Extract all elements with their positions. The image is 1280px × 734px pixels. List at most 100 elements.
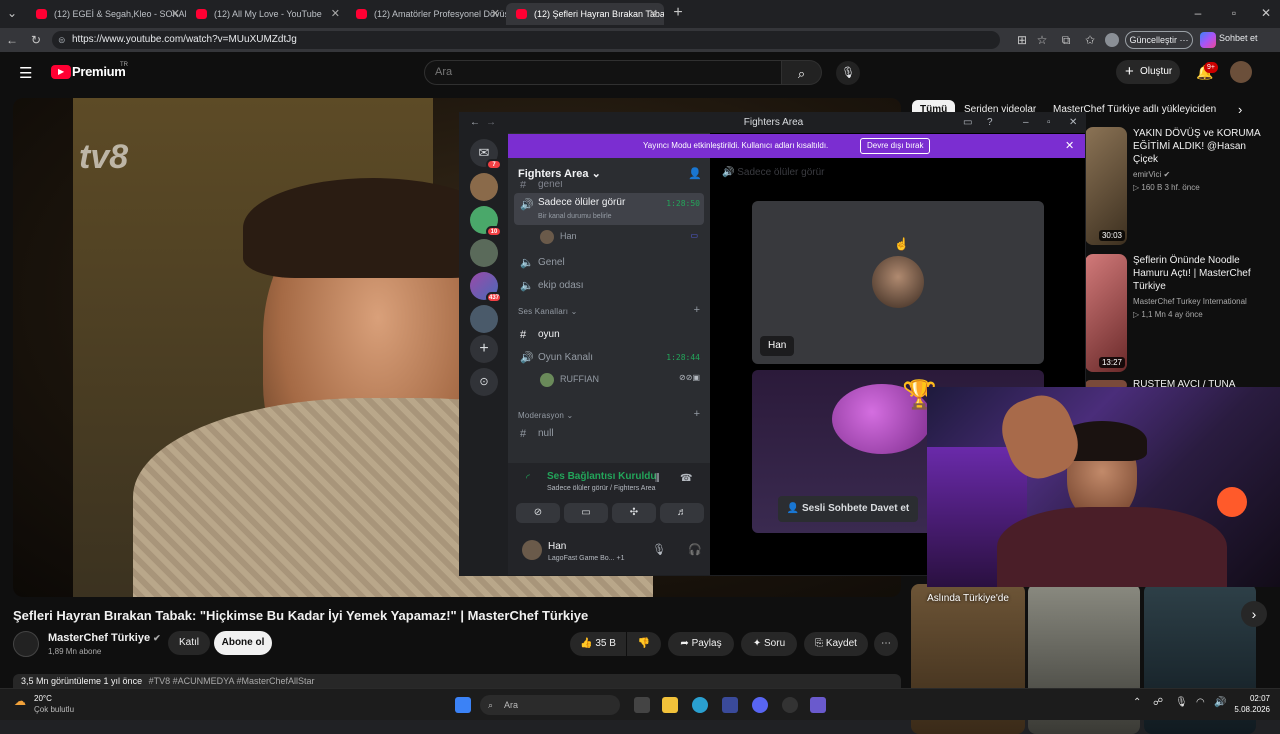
- weather-icon[interactable]: ☁: [14, 694, 26, 708]
- back-icon[interactable]: ←: [470, 113, 480, 133]
- add-server-icon[interactable]: +: [470, 335, 498, 363]
- close-tab-icon[interactable]: ✕: [649, 3, 658, 25]
- video-thumbnail[interactable]: 30:03: [1085, 127, 1127, 245]
- taskbar-search[interactable]: ⌕ Ara: [480, 695, 620, 715]
- clock-time[interactable]: 02:07: [1222, 694, 1270, 703]
- channel-item[interactable]: 🔈 Genel: [516, 253, 704, 273]
- server-icon[interactable]: [470, 305, 498, 333]
- invite-people-icon[interactable]: 👤: [688, 167, 702, 180]
- search-button[interactable]: ⌕: [782, 60, 822, 85]
- temperature[interactable]: 20°C: [34, 694, 52, 703]
- related-channel[interactable]: MasterChef Turkey International: [1133, 296, 1247, 308]
- more-actions-button[interactable]: ⋯: [874, 632, 898, 656]
- file-explorer-icon[interactable]: [662, 697, 678, 713]
- task-view-icon[interactable]: [634, 697, 650, 713]
- maximize-icon[interactable]: ▫: [1047, 113, 1051, 133]
- tab-list-icon[interactable]: ⌄: [4, 5, 20, 21]
- soundboard-button[interactable]: ♬: [660, 503, 704, 523]
- edge-browser-icon[interactable]: [692, 697, 708, 713]
- discord-icon[interactable]: [752, 697, 768, 713]
- site-info-icon[interactable]: ⊜: [58, 31, 66, 49]
- dislike-button[interactable]: 👎: [627, 632, 661, 656]
- minimize-icon[interactable]: –: [1190, 5, 1206, 21]
- help-icon[interactable]: ?: [987, 113, 993, 133]
- inbox-icon[interactable]: ▭: [963, 113, 972, 133]
- voice-location[interactable]: Sadece ölüler görür / Fighters Area: [547, 485, 656, 492]
- description-box[interactable]: 3,5 Mn görüntüleme 1 yıl önce #TV8 #ACUN…: [13, 674, 901, 688]
- browser-tab[interactable]: (12) Amatörler Profesyonel Dövüş ✕: [346, 3, 506, 25]
- voice-member[interactable]: Han ▭: [540, 229, 704, 245]
- search-input[interactable]: Ara: [424, 60, 782, 85]
- new-tab-icon[interactable]: +: [670, 5, 686, 21]
- video-tile[interactable]: ☝ Han: [752, 201, 1044, 364]
- chips-next-icon[interactable]: ›: [1238, 102, 1242, 117]
- browser-tab[interactable]: (12) All My Love - YouTube ✕: [186, 3, 346, 25]
- create-button[interactable]: + Oluştur: [1116, 60, 1180, 84]
- clock-date[interactable]: 5.08.2026: [1222, 705, 1270, 714]
- channel-item[interactable]: 🔈 ekip odası: [516, 276, 704, 296]
- activities-button[interactable]: ✣: [612, 503, 656, 523]
- channel-name[interactable]: MasterChef Türkiye ✔: [48, 632, 161, 644]
- voice-search-button[interactable]: 🎙: [836, 61, 860, 85]
- add-channel-icon[interactable]: +: [694, 304, 700, 316]
- channel-item[interactable]: # genel: [516, 181, 704, 191]
- favorites-icon[interactable]: ✩: [1082, 32, 1098, 48]
- close-banner-icon[interactable]: ✕: [1065, 134, 1074, 158]
- maximize-icon[interactable]: ▫: [1226, 5, 1242, 21]
- disable-streamer-mode-button[interactable]: Devre dışı bırak: [860, 138, 931, 154]
- close-window-icon[interactable]: ✕: [1258, 5, 1274, 21]
- browser-tab-active[interactable]: (12) Şefleri Hayran Bırakan Tabak: ✕: [506, 3, 664, 25]
- headphones-icon[interactable]: 🎧: [688, 543, 702, 556]
- voice-status[interactable]: Ses Bağlantısı Kuruldu: [547, 471, 656, 482]
- channel-status[interactable]: Bir kanal durumu belirle: [538, 213, 612, 220]
- profile-avatar[interactable]: [1105, 33, 1119, 47]
- video-thumbnail[interactable]: 13:27: [1085, 254, 1127, 372]
- premium-logo-text[interactable]: Premium: [72, 64, 126, 79]
- tray-overflow-icon[interactable]: ⌃: [1133, 697, 1141, 708]
- close-tab-icon[interactable]: ✕: [331, 3, 340, 25]
- share-button[interactable]: ➦ Paylaş: [668, 632, 734, 656]
- join-button[interactable]: Katıl: [168, 631, 210, 655]
- ask-button[interactable]: ✦ Soru: [741, 632, 797, 656]
- voice-member[interactable]: RUFFIAN ⊘⊘▣: [540, 372, 704, 388]
- forward-icon[interactable]: →: [486, 113, 496, 133]
- account-avatar[interactable]: [1230, 61, 1252, 83]
- weather-condition[interactable]: Çok bulutlu: [34, 705, 74, 714]
- update-button[interactable]: Güncelleştir ⋯: [1125, 31, 1193, 49]
- save-button[interactable]: ⎘ Kaydet: [804, 632, 868, 656]
- user-avatar[interactable]: [522, 540, 542, 560]
- channel-item[interactable]: # null: [516, 424, 704, 444]
- reload-icon[interactable]: ↻: [28, 32, 44, 48]
- user-name[interactable]: Han: [548, 541, 566, 552]
- direct-messages-icon[interactable]: ✉ 7: [470, 139, 502, 170]
- like-button[interactable]: 👍 35 B: [570, 632, 626, 656]
- hashtags[interactable]: #TV8 #ACUNMEDYA #MasterChefAllStar: [149, 676, 315, 686]
- subscribe-button[interactable]: Abone ol: [214, 631, 272, 655]
- microphone-icon[interactable]: 🎙: [1175, 697, 1188, 708]
- screen-share-button[interactable]: ▭: [564, 503, 608, 523]
- youtube-logo-icon[interactable]: ▶: [51, 65, 71, 79]
- add-channel-icon[interactable]: +: [694, 408, 700, 420]
- back-icon[interactable]: ←: [4, 32, 20, 48]
- network-icon[interactable]: ☍: [1153, 697, 1163, 708]
- server-icon[interactable]: 437: [470, 272, 502, 303]
- server-icon[interactable]: [470, 239, 498, 267]
- start-button-icon[interactable]: [455, 697, 471, 713]
- menu-icon[interactable]: ☰: [19, 64, 32, 82]
- app-icon[interactable]: ⊞: [1014, 32, 1030, 48]
- url-field[interactable]: ⊜ https://www.youtube.com/watch?v=MUuXUM…: [52, 31, 1000, 49]
- close-window-icon[interactable]: ✕: [1069, 113, 1077, 133]
- close-tab-icon[interactable]: ✕: [171, 3, 180, 25]
- soundwave-icon[interactable]: ⫼: [655, 473, 660, 484]
- vscode-icon[interactable]: [722, 697, 738, 713]
- related-channel[interactable]: emirVici ✔: [1133, 169, 1170, 181]
- channel-avatar[interactable]: [13, 631, 39, 657]
- category-header[interactable]: Moderasyon ⌄: [518, 411, 573, 420]
- close-tab-icon[interactable]: ✕: [491, 3, 500, 25]
- related-video-title[interactable]: Şeflerin Önünde Noodle Hamuru Açtı! | Ma…: [1133, 254, 1263, 293]
- app-icon[interactable]: [810, 697, 826, 713]
- favorite-star-icon[interactable]: ☆: [1034, 32, 1050, 48]
- server-icon[interactable]: [470, 173, 498, 201]
- invite-to-voice-button[interactable]: 👤 Sesli Sohbete Davet et: [778, 496, 918, 522]
- related-video-title[interactable]: YAKIN DÖVÜŞ ve KORUMA EĞİTİMİ ALDIK! @Ha…: [1133, 127, 1263, 166]
